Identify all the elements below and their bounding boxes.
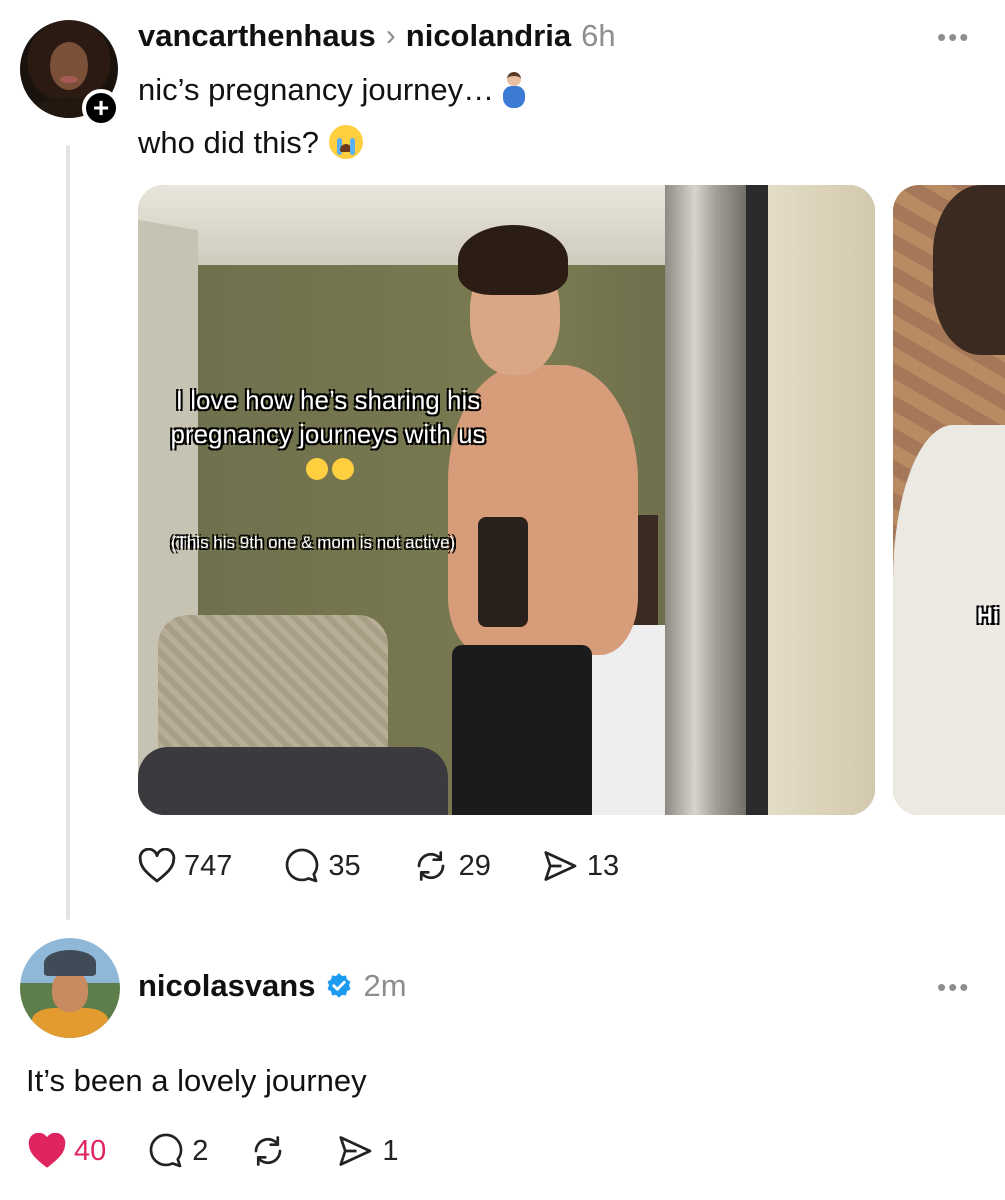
reply-time: 2m: [363, 968, 407, 1003]
person-figure: [438, 225, 678, 815]
verified-badge-icon: [328, 973, 351, 998]
like-count: 747: [184, 849, 233, 882]
heart-filled-icon: [28, 1133, 66, 1168]
reply-to-username[interactable]: nicolandria: [406, 18, 571, 54]
repost-count: 29: [458, 849, 491, 882]
reply-author-username[interactable]: nicolasvans: [138, 968, 315, 1004]
post-text-question: who did this?: [138, 125, 319, 160]
reply-repost-button[interactable]: [248, 1133, 296, 1169]
crying-face-emoji-icon: [328, 125, 363, 159]
comment-count: 35: [328, 849, 361, 882]
comment-icon: [149, 1133, 183, 1168]
share-button[interactable]: 13: [541, 848, 619, 884]
phone: [478, 517, 528, 627]
thread-line: [66, 145, 70, 920]
post-image-1[interactable]: I love how he’s sharing his pregnancy jo…: [138, 185, 875, 815]
reply-share-count: 1: [382, 1134, 399, 1167]
reply-chevron-icon: ›: [385, 19, 396, 52]
pregnant-man-emoji-icon: [502, 72, 526, 108]
reply-like-count: 40: [74, 1134, 107, 1167]
person-pants: [452, 645, 592, 815]
post-text-line-2: who did this?: [138, 123, 363, 163]
comment-button[interactable]: 35: [282, 848, 361, 884]
share-icon: [339, 1136, 372, 1166]
meme-caption-text: I love how he’s sharing his pregnancy jo…: [170, 385, 486, 449]
repost-button[interactable]: 29: [411, 848, 491, 884]
avatar-backpack: [32, 1008, 108, 1038]
share-count: 13: [586, 849, 620, 882]
avatar-face: [52, 970, 88, 1012]
door-wall: [768, 185, 875, 815]
reply-more-icon[interactable]: •••: [937, 972, 970, 1003]
avatar-lips: [60, 76, 78, 83]
reply-actions: 40 2 1: [28, 1133, 439, 1169]
reply-author-avatar[interactable]: [20, 938, 120, 1038]
post-text: nic’s pregnancy journey…: [138, 72, 495, 107]
repost-icon: [417, 851, 445, 881]
meme-caption: I love how he’s sharing his pregnancy jo…: [158, 383, 498, 485]
more-icon[interactable]: •••: [937, 22, 970, 53]
person-hair: [458, 225, 568, 295]
avatar-hat: [44, 950, 96, 976]
like-button[interactable]: 747: [138, 848, 232, 884]
pleading-face-emoji-icon-2: [332, 458, 354, 480]
author-username[interactable]: vancarthenhaus: [138, 18, 376, 54]
mirror-edge: [746, 185, 768, 815]
repost-icon: [255, 1136, 282, 1166]
reply-header: nicolasvans 2m: [138, 966, 407, 1006]
post-image-2[interactable]: Hi: [893, 185, 1005, 815]
sofa: [138, 747, 448, 815]
reply-comment-count: 2: [192, 1134, 209, 1167]
armchair: [158, 615, 388, 765]
post-header: vancarthenhaus › nicolandria 6h: [138, 16, 616, 56]
reply-comment-button[interactable]: 2: [146, 1133, 208, 1169]
pleading-face-emoji-icon: [306, 458, 328, 480]
post-text-line-1: nic’s pregnancy journey…: [138, 70, 526, 110]
post-actions: 747 35 29 13: [138, 848, 669, 884]
meme-subcaption: (This his 9th one & mom is not active): [170, 533, 456, 552]
reply-like-button[interactable]: 40: [28, 1133, 106, 1169]
reply-share-button[interactable]: 1: [336, 1133, 399, 1169]
image2-caption: Hi: [977, 603, 999, 628]
post-time: 6h: [581, 18, 616, 53]
heart-icon: [138, 848, 176, 883]
share-icon: [544, 851, 577, 881]
image2-hair: [933, 185, 1005, 355]
comment-icon: [286, 848, 319, 883]
follow-plus-icon[interactable]: +: [82, 89, 120, 127]
reply-text: It’s been a lovely journey: [26, 1063, 367, 1098]
mirror-frame: [665, 185, 750, 815]
